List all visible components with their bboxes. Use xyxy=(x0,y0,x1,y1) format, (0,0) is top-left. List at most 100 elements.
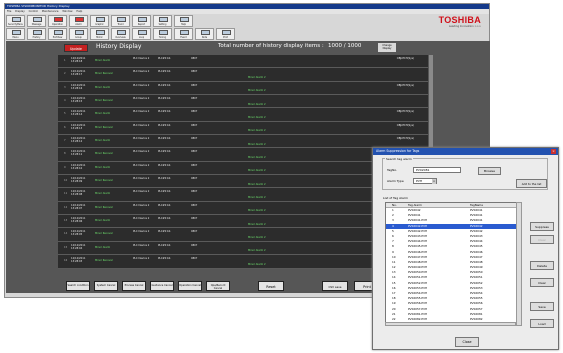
row-category: Minor Alarm xyxy=(95,165,111,169)
table-row[interactable]: 3 12/12/2011 13:28:16 Minor Alarm PLC Device… xyxy=(58,81,428,96)
operation-cancel-button[interactable]: Operation Cancel xyxy=(178,281,202,291)
table-row[interactable]: 4 12/12/2011 13:28:15 Minor Recover PLC Devi… xyxy=(58,95,428,109)
report-icon xyxy=(138,17,147,22)
guidance-cancel-button[interactable]: Guidance Cancel xyxy=(150,281,174,291)
row-device: PLC Device 2 xyxy=(133,257,150,261)
reset-button[interactable]: Reset xyxy=(258,281,284,291)
update-button[interactable]: Update xyxy=(64,44,88,52)
close-button[interactable]: Close xyxy=(455,337,479,347)
toolbar-help-button[interactable]: Help xyxy=(174,15,193,27)
row-plc: PLC#0 bb xyxy=(158,110,171,114)
row-code: 0807 xyxy=(191,243,198,247)
row-status: OBJATCH(Sys) xyxy=(396,110,414,114)
csv-save-button[interactable]: CSV save xyxy=(322,281,348,291)
toolbar-trend-button[interactable]: Trend xyxy=(111,15,130,27)
close-icon[interactable]: × xyxy=(551,149,556,154)
toolbar-overview-button[interactable]: Overview xyxy=(111,28,130,40)
row-time: 13:28:03 xyxy=(71,260,83,264)
table-row[interactable]: 5 12/12/2011 13:28:14 Minor Alarm PLC Device… xyxy=(58,108,428,122)
row-category: Minor Recover xyxy=(95,72,113,76)
row-plc: PLC#0 bb xyxy=(158,123,171,127)
toolbar-note-button[interactable]: Note xyxy=(195,28,214,40)
toolbar-operation-button[interactable]: Operation xyxy=(48,15,67,27)
toolbar-tuning-button[interactable]: Tuning xyxy=(153,28,172,40)
row-plc: PLC#0 bb xyxy=(158,257,171,261)
trend-icon xyxy=(117,17,126,22)
list-horizontal-scrollbar[interactable] xyxy=(385,322,516,326)
row-number: 15 xyxy=(64,245,68,249)
toolbar-setting-button[interactable]: Setting xyxy=(153,15,172,27)
alert-icon xyxy=(54,17,63,22)
row-code: 0807 xyxy=(191,230,198,234)
row-device: PLC Device 2 xyxy=(133,203,150,207)
row-timestamp: 12/12/2011 13:28:04 xyxy=(71,244,85,250)
toolbar-mimic-button[interactable]: Mimic xyxy=(90,28,109,40)
row-timestamp: 12/12/2011 13:28:17 xyxy=(71,70,85,76)
browse-button[interactable]: Browse xyxy=(478,167,501,175)
clear-button[interactable]: Clear xyxy=(530,278,554,287)
save-button[interactable]: Save xyxy=(530,302,554,311)
row-message: Minor Alarm 2 xyxy=(248,222,266,226)
list-label: List of Tag Alarm xyxy=(383,196,408,200)
row-number: 3 xyxy=(64,85,66,89)
table-row[interactable]: 1 12/12/2011 13:28:18 Minor Alarm PLC Device… xyxy=(58,55,428,69)
gear-icon xyxy=(159,17,168,22)
row-time: 13:28:12 xyxy=(71,140,83,144)
row-category: Minor Recover xyxy=(95,205,113,209)
menu-display[interactable]: Display xyxy=(15,10,25,13)
row-code: 0807 xyxy=(191,110,198,114)
menu-control[interactable]: Control xyxy=(29,10,38,13)
toolbar-message-button[interactable]: Message xyxy=(27,15,46,27)
row-message: Minor Alarm 2 xyxy=(248,262,266,266)
mimic-icon xyxy=(96,30,105,35)
graphic-icon xyxy=(96,17,105,22)
row-category: Minor Recover xyxy=(95,125,113,129)
row-timestamp: 12/12/2011 13:28:07 xyxy=(71,204,85,210)
table-row[interactable]: 6 12/12/2011 13:28:13 Minor Recover PLC Devi… xyxy=(58,121,428,136)
clear-disabled-button[interactable]: Clear xyxy=(530,235,554,244)
menu-maintenance[interactable]: Maintenance xyxy=(42,10,59,13)
menu-window[interactable]: Window xyxy=(62,10,72,13)
tagno-input[interactable]: PV02081 xyxy=(413,167,461,173)
process-cancel-button[interactable]: Process Cancel xyxy=(122,281,146,291)
toolbar-graphic-button[interactable]: Graphic xyxy=(90,15,109,27)
tag-alarm-list[interactable]: No. Tag Alarm TagName 1 PV02042 PV02041 2 PV… xyxy=(385,202,522,326)
row-message: Minor Alarm 2 xyxy=(248,142,266,146)
toolbar-print-button[interactable]: Print xyxy=(216,28,235,40)
change-display-button[interactable]: Change Display xyxy=(378,43,396,52)
alarm-type-select[interactable]: PVH ▾ xyxy=(413,178,437,184)
toolbar-group-button[interactable]: Group xyxy=(69,28,88,40)
row-timestamp: 12/12/2011 13:28:18 xyxy=(71,57,85,63)
suppress-button[interactable]: Suppress xyxy=(530,222,554,231)
row-timestamp: 12/12/2011 13:28:08 xyxy=(71,190,85,196)
system-cancel-button[interactable]: System Cancel xyxy=(94,281,118,291)
delete-button[interactable]: Delete xyxy=(530,261,554,270)
toolbar-menu-button[interactable]: Menu xyxy=(6,28,25,40)
toolbar-history-button[interactable]: History xyxy=(27,28,46,40)
toolbar-event-button[interactable]: Event xyxy=(174,28,193,40)
menu-file[interactable]: File xyxy=(7,10,11,13)
row-time: 13:28:07 xyxy=(71,206,83,210)
list-vertical-scrollbar[interactable] xyxy=(516,202,522,326)
row-device: PLC Device 2 xyxy=(133,243,150,247)
ope-record-cancel-button[interactable]: Ope/Record Cancel xyxy=(206,281,230,291)
toolbar-security-menu-button[interactable]: SecurityMenu xyxy=(6,15,25,27)
row-plc: PLC#0 bb xyxy=(158,230,171,234)
toolbar-alarm-button[interactable]: Alarm xyxy=(69,15,88,27)
row-timestamp: 12/12/2011 13:28:12 xyxy=(71,137,85,143)
toolbar-report-button[interactable]: Report xyxy=(132,15,151,27)
row-code: 0807 xyxy=(191,150,198,154)
search-condition-button[interactable]: Search condition xyxy=(66,281,90,291)
row-time: 13:28:08 xyxy=(71,193,83,197)
toolbar-portview-button[interactable]: PortView xyxy=(48,28,67,40)
search-tag-group: Search tag alarm TagNo. PV02081 Browse A… xyxy=(382,157,548,190)
row-number: 7 xyxy=(64,139,66,143)
row-code: 0807 xyxy=(191,163,198,167)
add-to-list-button[interactable]: Add to the list xyxy=(516,179,547,188)
row-category: Minor Alarm xyxy=(95,59,111,62)
table-row[interactable]: 2 12/12/2011 13:28:17 Minor Recover PLC Devi… xyxy=(58,68,428,82)
menu-help[interactable]: Help xyxy=(76,10,82,13)
row-device: PLC Device 2 xyxy=(133,163,150,167)
toolbar-loop-button[interactable]: Loop xyxy=(132,28,151,40)
load-button[interactable]: Load xyxy=(530,319,554,328)
